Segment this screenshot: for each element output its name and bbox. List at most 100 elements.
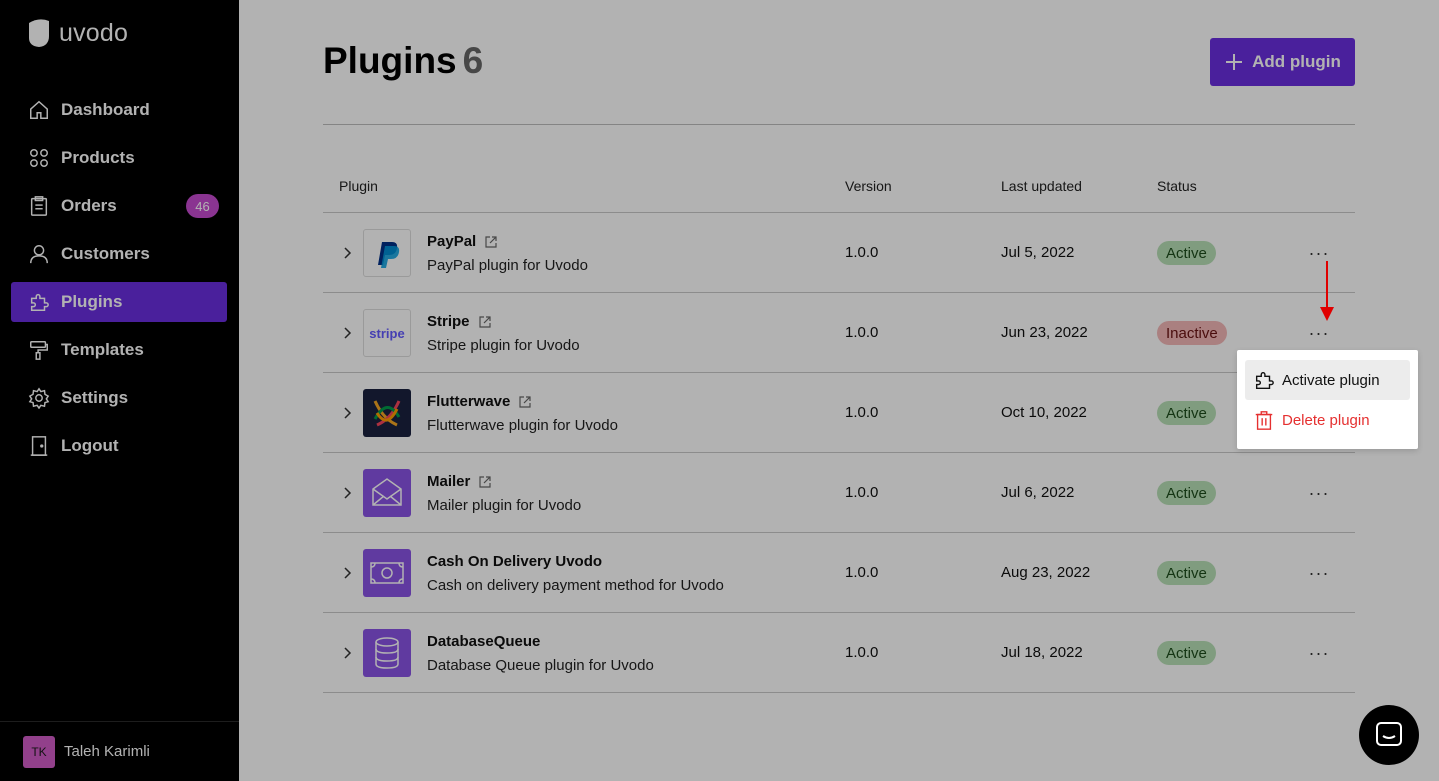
table-row[interactable]: Mailer Mailer plugin for Uvodo 1.0.0 Jul…: [323, 453, 1355, 533]
plugin-description: PayPal plugin for Uvodo: [427, 257, 588, 274]
sidebar-item-customers[interactable]: Customers: [11, 234, 227, 274]
plugin-updated: Jul 18, 2022: [1001, 644, 1083, 661]
plugin-description: Cash on delivery payment method for Uvod…: [427, 577, 724, 594]
flutterwave-logo: [363, 389, 411, 437]
plugin-version: 1.0.0: [845, 404, 879, 421]
chat-icon: [1376, 722, 1402, 746]
grid-icon: [30, 149, 48, 167]
sidebar-item-label: Plugins: [61, 292, 123, 311]
more-options-icon[interactable]: ···: [1309, 643, 1329, 663]
chevron-right-icon[interactable]: [341, 485, 353, 501]
column-header-last-updated: Last updated: [1001, 178, 1082, 194]
plus-icon: [1226, 54, 1243, 70]
plugin-name: Cash On Delivery Uvodo: [427, 553, 602, 570]
stripe-logo: stripe: [363, 309, 411, 357]
sidebar-item-label: Products: [61, 148, 135, 167]
column-header-plugin: Plugin: [339, 178, 378, 194]
page-title-text: Plugins: [323, 40, 457, 81]
plugin-version: 1.0.0: [845, 244, 879, 261]
plugins-table: Plugin Version Last updated Status PayPa…: [323, 160, 1355, 693]
sidebar-item-dashboard[interactable]: Dashboard: [11, 90, 227, 130]
chevron-right-icon[interactable]: [341, 325, 353, 341]
sidebar-item-templates[interactable]: Templates: [11, 330, 227, 370]
activate-plugin-menu-item[interactable]: Activate plugin: [1245, 360, 1410, 400]
plugin-updated: Jul 5, 2022: [1001, 244, 1075, 261]
add-plugin-button[interactable]: Add plugin: [1210, 38, 1355, 86]
plugin-description: Mailer plugin for Uvodo: [427, 497, 582, 514]
sidebar-item-label: Dashboard: [61, 100, 150, 119]
external-link-icon[interactable]: [478, 315, 492, 329]
delete-plugin-menu-item[interactable]: Delete plugin: [1245, 400, 1410, 440]
plugin-name-text: PayPal: [427, 233, 477, 250]
more-options-icon[interactable]: ···: [1309, 563, 1329, 583]
plugin-description: Stripe plugin for Uvodo: [427, 337, 580, 354]
sidebar-item-logout[interactable]: Logout: [11, 426, 227, 466]
external-link-icon[interactable]: [484, 235, 498, 249]
plugin-name-text: Flutterwave: [427, 393, 511, 410]
column-header-version: Version: [845, 178, 892, 194]
column-header-status: Status: [1157, 178, 1197, 194]
status-badge: Active: [1157, 401, 1216, 425]
plugin-name-text: Cash On Delivery Uvodo: [427, 553, 603, 570]
plugin-updated: Aug 23, 2022: [1001, 564, 1091, 581]
orders-count-badge: 46: [186, 194, 219, 218]
status-badge: Active: [1157, 481, 1216, 505]
database-icon: [363, 629, 411, 677]
plugin-name: PayPal: [427, 233, 498, 250]
sidebar-item-plugins[interactable]: Plugins: [11, 282, 227, 322]
gear-icon: [28, 387, 50, 409]
puzzle-icon: [30, 293, 49, 311]
brand-logo[interactable]: uvodo: [27, 18, 128, 48]
sidebar-item-label: Templates: [61, 340, 144, 359]
user-icon: [30, 245, 48, 264]
table-row[interactable]: DatabaseQueue Database Queue plugin for …: [323, 613, 1355, 693]
brand-name: uvodo: [59, 18, 129, 47]
chat-support-button[interactable]: [1359, 705, 1419, 765]
table-header: Plugin Version Last updated Status: [323, 160, 1355, 213]
plugin-name-text: Mailer: [427, 473, 471, 490]
plugin-description: Flutterwave plugin for Uvodo: [427, 417, 618, 434]
plugin-name-text: Stripe: [427, 313, 470, 330]
plugin-count: 6: [462, 40, 484, 81]
table-row[interactable]: Cash On Delivery Uvodo Cash on delivery …: [323, 533, 1355, 613]
chevron-right-icon[interactable]: [341, 645, 353, 661]
door-icon: [30, 436, 48, 456]
sidebar-item-label: Orders: [61, 196, 117, 215]
plugin-version: 1.0.0: [845, 484, 879, 501]
user-profile[interactable]: TK Taleh Karimli: [0, 721, 239, 781]
plugin-updated: Jun 23, 2022: [1001, 324, 1088, 341]
table-row[interactable]: stripe Stripe Stripe plugin for Uvodo 1.…: [323, 293, 1355, 373]
envelope-icon: [363, 469, 411, 517]
plugin-description: Database Queue plugin for Uvodo: [427, 657, 654, 674]
more-options-icon[interactable]: ···: [1309, 243, 1329, 263]
plugin-version: 1.0.0: [845, 644, 879, 661]
trash-icon: [1255, 411, 1273, 430]
table-row[interactable]: Flutterwave Flutterwave plugin for Uvodo…: [323, 373, 1355, 453]
home-icon: [30, 100, 48, 119]
plugin-name: Flutterwave: [427, 393, 532, 410]
menu-item-label: Delete plugin: [1282, 411, 1370, 429]
status-badge: Inactive: [1157, 321, 1227, 345]
plugin-updated: Oct 10, 2022: [1001, 404, 1087, 421]
plugin-version: 1.0.0: [845, 324, 879, 341]
status-badge: Active: [1157, 641, 1216, 665]
plugin-name-text: DatabaseQueue: [427, 633, 541, 650]
header-divider: [323, 124, 1355, 125]
plugin-name: Stripe: [427, 313, 492, 330]
paypal-logo: [363, 229, 411, 277]
avatar: TK: [23, 735, 55, 768]
sidebar-item-settings[interactable]: Settings: [11, 378, 227, 418]
chevron-right-icon[interactable]: [341, 405, 353, 421]
sidebar-item-products[interactable]: Products: [11, 138, 227, 178]
page-title: Plugins 6: [323, 40, 483, 82]
chevron-right-icon[interactable]: [341, 245, 353, 261]
external-link-icon[interactable]: [478, 475, 492, 489]
menu-item-label: Activate plugin: [1282, 371, 1380, 389]
sidebar-item-label: Customers: [61, 244, 150, 263]
external-link-icon[interactable]: [518, 395, 532, 409]
more-options-icon[interactable]: ···: [1309, 323, 1329, 343]
chevron-right-icon[interactable]: [341, 565, 353, 581]
sidebar-item-orders[interactable]: Orders 46: [11, 186, 227, 226]
table-row[interactable]: PayPal PayPal plugin for Uvodo 1.0.0 Jul…: [323, 213, 1355, 293]
more-options-icon[interactable]: ···: [1309, 483, 1329, 503]
